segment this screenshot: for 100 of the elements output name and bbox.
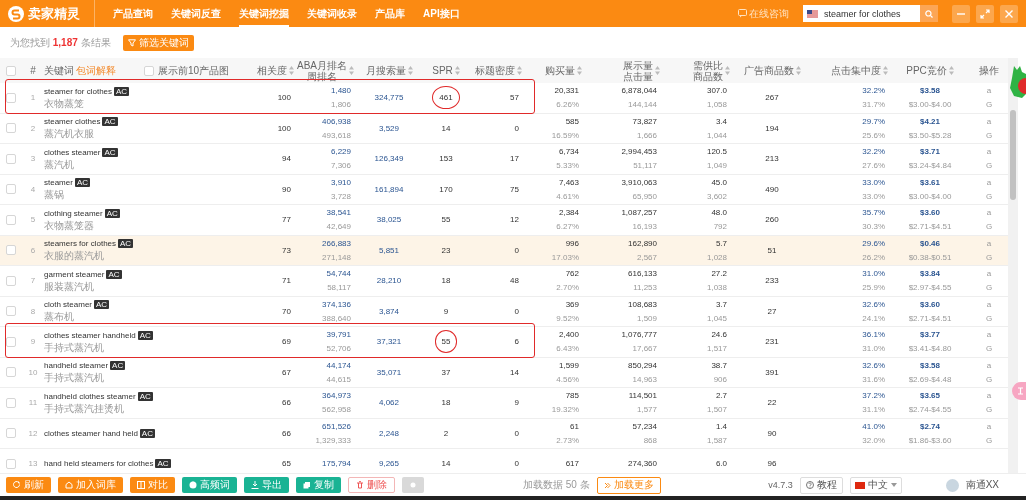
amazon-link[interactable]: a [986, 391, 992, 401]
checkbox[interactable] [144, 65, 154, 76]
keyword-link[interactable]: clothes steamer [44, 147, 101, 157]
search-button[interactable] [920, 5, 938, 22]
translate-icon[interactable] [1012, 382, 1026, 400]
amazon-link[interactable]: a [986, 177, 992, 187]
keyword-link[interactable]: clothes steamer hand held [44, 428, 138, 438]
explain-link[interactable]: 包词解释 [76, 65, 116, 76]
amazon-link[interactable]: a [986, 360, 992, 370]
google-link[interactable]: G [985, 405, 993, 415]
sort-icon[interactable] [655, 66, 660, 75]
sort-icon[interactable] [517, 66, 522, 75]
keyword-link[interactable]: clothing steamer [44, 208, 103, 218]
row-number: 2 [30, 123, 36, 133]
checkbox[interactable] [6, 65, 16, 76]
amazon-link[interactable]: a [986, 116, 992, 126]
google-link[interactable]: G [985, 252, 993, 262]
help-button[interactable]: 教程 [799, 476, 843, 494]
google-link[interactable]: G [985, 161, 993, 171]
keyword-link[interactable]: handheld clothes steamer [44, 391, 136, 401]
column-header: PPC竞价 [906, 65, 947, 76]
sort-icon[interactable] [349, 66, 354, 75]
minimize-button[interactable] [952, 4, 970, 23]
keyword-link[interactable]: clothes steamer handheld [44, 330, 136, 340]
checkbox[interactable] [6, 214, 16, 225]
scrollbar[interactable] [1008, 58, 1018, 473]
toolbar-button[interactable]: 刷新 [6, 477, 51, 494]
sort-icon[interactable] [795, 66, 801, 75]
sort-icon[interactable] [883, 66, 888, 75]
checkbox[interactable] [6, 367, 16, 378]
maximize-button[interactable] [976, 4, 994, 23]
checkbox[interactable] [6, 275, 16, 286]
toolbar-button[interactable]: 高频词 [182, 477, 237, 494]
nav-tab[interactable]: 产品库 [375, 0, 405, 27]
close-button[interactable] [1000, 4, 1018, 23]
table-cell: 585 [565, 116, 579, 126]
keyword-link[interactable]: cloth steamer [44, 300, 93, 310]
checkbox[interactable] [6, 123, 16, 134]
checkbox[interactable] [6, 92, 16, 103]
table-cell: 3,910,063 [621, 177, 657, 187]
keyword-link[interactable]: steamer clothes [44, 117, 101, 127]
consult-link[interactable]: 在线咨询 [738, 6, 789, 21]
toolbar-button[interactable]: 复制 [296, 477, 341, 494]
google-link[interactable]: G [985, 100, 993, 110]
amazon-link[interactable]: a [986, 330, 992, 340]
table-cell: $3.58 [920, 86, 940, 96]
nav-tab[interactable]: 关键词挖掘 [239, 0, 289, 27]
table-row[interactable]: 12 clothes steamer hand held AC 66 651,526 1,329,333 2,248 2 0 61 2.73% 57,234 868 1.4 1,587 90 41.0% 32.0% $2.74 $1.86-$3.60 a G [0, 418, 1008, 449]
amazon-link[interactable]: a [986, 86, 992, 96]
nav-tab[interactable]: 关键词收录 [307, 0, 357, 27]
amazon-link[interactable]: a [986, 421, 992, 431]
google-link[interactable]: G [985, 130, 993, 140]
amazon-link[interactable]: a [986, 238, 992, 248]
sort-icon[interactable] [454, 66, 460, 75]
google-link[interactable]: G [985, 191, 993, 201]
amazon-link[interactable]: a [986, 208, 992, 218]
google-link[interactable]: G [985, 313, 993, 323]
sort-icon[interactable] [577, 66, 582, 75]
keyword-translation: 衣物蒸笼 [44, 98, 85, 109]
nav-tab[interactable]: 关键词反查 [171, 0, 221, 27]
checkbox[interactable] [6, 428, 16, 439]
keyword-link[interactable]: steamers for clothes [44, 239, 117, 249]
google-link[interactable]: G [985, 222, 993, 232]
filter-button[interactable]: 筛选关键词 [122, 34, 194, 51]
nav-tab[interactable]: API接口 [423, 0, 460, 27]
nav-tab[interactable]: 产品查询 [113, 0, 153, 27]
sort-icon[interactable] [289, 66, 294, 75]
keyword-link[interactable]: steamer for clothes [44, 86, 113, 96]
search-field[interactable]: steamer for clothes [803, 5, 920, 22]
sort-icon[interactable] [948, 66, 954, 75]
keyword-link[interactable]: steamer [44, 178, 73, 188]
checkbox[interactable] [6, 458, 16, 469]
checkbox[interactable] [6, 153, 16, 164]
table-cell: 54,744 [326, 269, 351, 279]
google-link[interactable]: G [985, 435, 993, 445]
language-select[interactable]: 中文 [849, 476, 902, 494]
table-cell: 9.52% [556, 313, 579, 323]
checkbox[interactable] [6, 397, 16, 408]
checkbox[interactable] [6, 336, 16, 347]
amazon-link[interactable]: a [986, 147, 992, 157]
toolbar-button[interactable]: 导出 [244, 477, 289, 494]
toolbar-button[interactable]: 对比 [130, 477, 175, 494]
checkbox[interactable] [6, 306, 16, 317]
keyword-link[interactable]: hand held steamers for clothes [44, 459, 154, 469]
sort-icon[interactable] [407, 66, 413, 75]
amazon-link[interactable]: a [986, 269, 992, 279]
table-cell: 231 [765, 337, 779, 347]
sort-icon[interactable] [725, 66, 730, 75]
google-link[interactable]: G [985, 374, 993, 384]
keyword-link[interactable]: garment steamer [44, 269, 105, 279]
load-more-button[interactable]: 加载更多 [596, 476, 661, 494]
checkbox[interactable] [6, 245, 16, 256]
checkbox[interactable] [6, 184, 16, 195]
google-link[interactable]: G [985, 344, 993, 354]
google-link[interactable]: G [985, 283, 993, 293]
keyword-link[interactable]: handheld steamer [44, 361, 109, 371]
toolbar-button[interactable]: 删除 [348, 477, 395, 494]
user-avatar[interactable] [945, 478, 959, 492]
toolbar-button[interactable]: 加入词库 [58, 477, 123, 494]
amazon-link[interactable]: a [986, 299, 992, 309]
